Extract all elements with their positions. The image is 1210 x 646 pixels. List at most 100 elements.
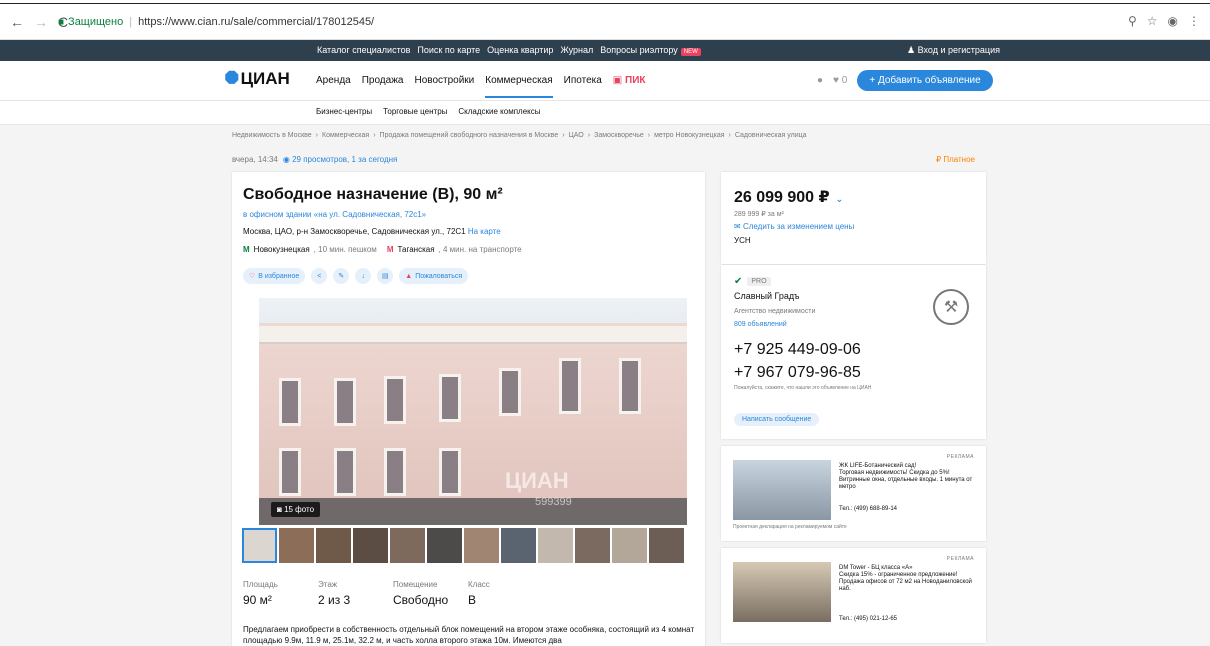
breadcrumb-sep: ›	[315, 132, 319, 139]
photo-window	[279, 448, 301, 496]
star-icon[interactable]: ☆	[1147, 14, 1158, 28]
thumbnail[interactable]	[501, 528, 536, 563]
photo-building	[259, 323, 687, 525]
extension-icon[interactable]: ◉	[1168, 14, 1178, 28]
agent-card: ✔ PRO Славный Градъ Агентство недвижимост…	[721, 265, 986, 439]
ad-card-1[interactable]: РЕКЛАМА ЖК LIFE-Ботанический сад! Торгова…	[721, 446, 986, 541]
top-link-questions[interactable]: Вопросы риэлтору NEW	[600, 45, 701, 56]
breadcrumb-item[interactable]: Продажа помещений свободного назначения …	[380, 132, 559, 139]
login-link[interactable]: ♟ Вход и регистрация	[907, 45, 1000, 56]
metro-station-1[interactable]: Новокузнецкая	[254, 245, 310, 254]
breadcrumb-item[interactable]: Коммерческая	[322, 132, 369, 139]
thumbnail[interactable]	[427, 528, 462, 563]
main-photo[interactable]: ЦИАН 599399 ◙ 15 фото	[259, 298, 687, 525]
nav-item-rent[interactable]: Аренда	[316, 75, 351, 98]
thumbnail[interactable]	[316, 528, 351, 563]
thumbnail[interactable]	[464, 528, 499, 563]
ad-phone: Тел.: (495) 021-12-65	[839, 616, 897, 622]
thumbnail[interactable]	[538, 528, 573, 563]
address-bar[interactable]: ■ Защищено | https://www.cian.ru/sale/co…	[58, 10, 1206, 34]
camera-icon: ◙	[277, 505, 285, 514]
listing-facts: Площадь 90 м² Этаж 2 из 3 Помещение Свободн…	[243, 580, 543, 607]
publish-date: вчера, 14:34	[232, 155, 278, 164]
thumbnail[interactable]	[649, 528, 684, 563]
edit-icon[interactable]: ✎	[333, 268, 350, 284]
tax-system: УСН	[734, 236, 751, 245]
page-title: Свободное назначение (B), 90 м²	[243, 186, 503, 203]
views-count: 29 просмотров, 1 за сегодня	[292, 155, 398, 164]
download-icon[interactable]: ↓	[355, 268, 372, 284]
map-link[interactable]: На карте	[468, 227, 501, 236]
ad-card-2[interactable]: РЕКЛАМА DM Tower - БЦ класса «А» Скидка 1…	[721, 548, 986, 643]
phone-2[interactable]: +7 967 079-96-85	[734, 364, 861, 382]
nav-item-newbuild[interactable]: Новостройки	[414, 75, 474, 98]
building-link[interactable]: в офисном здании «на ул. Садовническая, …	[243, 210, 426, 219]
metro-info: M Новокузнецкая , 10 мин. пешком M Таган…	[243, 245, 522, 254]
pro-badge: ✔ PRO	[734, 276, 771, 287]
subnav-warehouses[interactable]: Складские комплексы	[458, 107, 540, 116]
complain-button[interactable]: ▲ Пожаловаться	[399, 268, 469, 284]
breadcrumb-item[interactable]: Замоскворечье	[594, 132, 644, 139]
photo-count[interactable]: ◙ 15 фото	[271, 502, 321, 517]
fact-value: 90 м²	[243, 593, 272, 607]
ad-body: Скидка 15% - ограниченное предложение! П…	[839, 572, 972, 592]
url-text[interactable]: https://www.cian.ru/sale/commercial/1780…	[138, 16, 374, 28]
nav-item-pik[interactable]: ▣ ПИК	[613, 75, 646, 98]
favorites[interactable]: ♥ 0	[833, 75, 847, 86]
thumbnail[interactable]	[353, 528, 388, 563]
breadcrumb-item[interactable]: Садовническая улица	[735, 132, 807, 139]
breadcrumb-item[interactable]: Недвижимость в Москве	[232, 132, 312, 139]
thumbnail[interactable]	[612, 528, 647, 563]
cian-logo[interactable]: ⯃ ЦИАН	[225, 69, 290, 89]
ad-footer: Проектная декларация на рекламируемом са…	[733, 524, 847, 530]
main-menu: Аренда Продажа Новостройки Коммерческая …	[316, 75, 646, 98]
add-listing-button[interactable]: + Добавить объявление	[857, 70, 993, 91]
nav-item-mortgage[interactable]: Ипотека	[564, 75, 602, 98]
main-nav: ⯃ ЦИАН Аренда Продажа Новостройки Коммер…	[0, 61, 1210, 101]
menu-icon[interactable]: ⋮	[1188, 14, 1200, 28]
nav-item-sale[interactable]: Продажа	[362, 75, 404, 98]
back-icon[interactable]: ←	[10, 14, 24, 30]
top-link-journal[interactable]: Журнал	[560, 45, 593, 55]
zoom-icon[interactable]: ⚲	[1128, 14, 1137, 28]
breadcrumb-sep: ›	[373, 132, 376, 139]
logo-pin-icon: ⯃	[225, 69, 239, 88]
nav-item-commercial[interactable]: Коммерческая	[485, 75, 553, 98]
thumbnail[interactable]	[279, 528, 314, 563]
agent-name[interactable]: Славный Градъ	[734, 291, 800, 301]
subnav-business-centers[interactable]: Бизнес-центры	[316, 107, 372, 116]
top-link-map-search[interactable]: Поиск по карте	[417, 45, 480, 55]
fact-value: B	[468, 593, 477, 607]
fact-area: Площадь 90 м²	[243, 580, 318, 607]
breadcrumb-item[interactable]: метро Новокузнецкая	[654, 132, 724, 139]
agent-ads-link[interactable]: 809 объявлений	[734, 321, 787, 328]
chevron-down-icon[interactable]: ⌄	[836, 194, 844, 204]
share-icon[interactable]: <	[311, 268, 328, 284]
follow-price-link[interactable]: ✉ Следить за изменением цены	[734, 222, 854, 231]
agent-logo[interactable]: ⚒	[933, 289, 969, 325]
forward-icon[interactable]: →	[34, 14, 48, 30]
address-text: Москва, ЦАО, р-н Замоскворечье, Садовнич…	[243, 227, 466, 236]
thumbnail[interactable]	[575, 528, 610, 563]
thumbnail[interactable]	[242, 528, 277, 563]
top-link-valuation[interactable]: Оценка квартир	[487, 45, 553, 55]
metro-time-1: , 10 мин. пешком	[313, 245, 377, 254]
subnav-shopping-centers[interactable]: Торговые центры	[383, 107, 447, 116]
pro-label: PRO	[747, 277, 771, 286]
write-message-button[interactable]: Написать сообщение	[734, 413, 820, 426]
eye-icon: ◉	[282, 155, 290, 164]
metro-station-2[interactable]: Таганская	[397, 245, 434, 254]
fact-label: Площадь	[243, 580, 278, 589]
photo-window	[439, 448, 461, 496]
chat-icon[interactable]: ●	[817, 75, 823, 86]
price-per-m2: 289 999 ₽ за м²	[734, 211, 784, 218]
thumbnail[interactable]	[390, 528, 425, 563]
pik-label: ПИК	[625, 75, 646, 86]
breadcrumb-item[interactable]: ЦАО	[569, 132, 584, 139]
top-link-catalog[interactable]: Каталог специалистов	[317, 45, 410, 55]
views-link[interactable]: ◉ 29 просмотров, 1 за сегодня	[283, 155, 398, 164]
favorite-button[interactable]: ♡ В избранное	[243, 268, 306, 284]
price-value: 26 099 900 ₽ ⌄	[734, 187, 843, 207]
print-icon[interactable]: ▤	[377, 268, 394, 284]
phone-1[interactable]: +7 925 449-09-06	[734, 341, 861, 359]
